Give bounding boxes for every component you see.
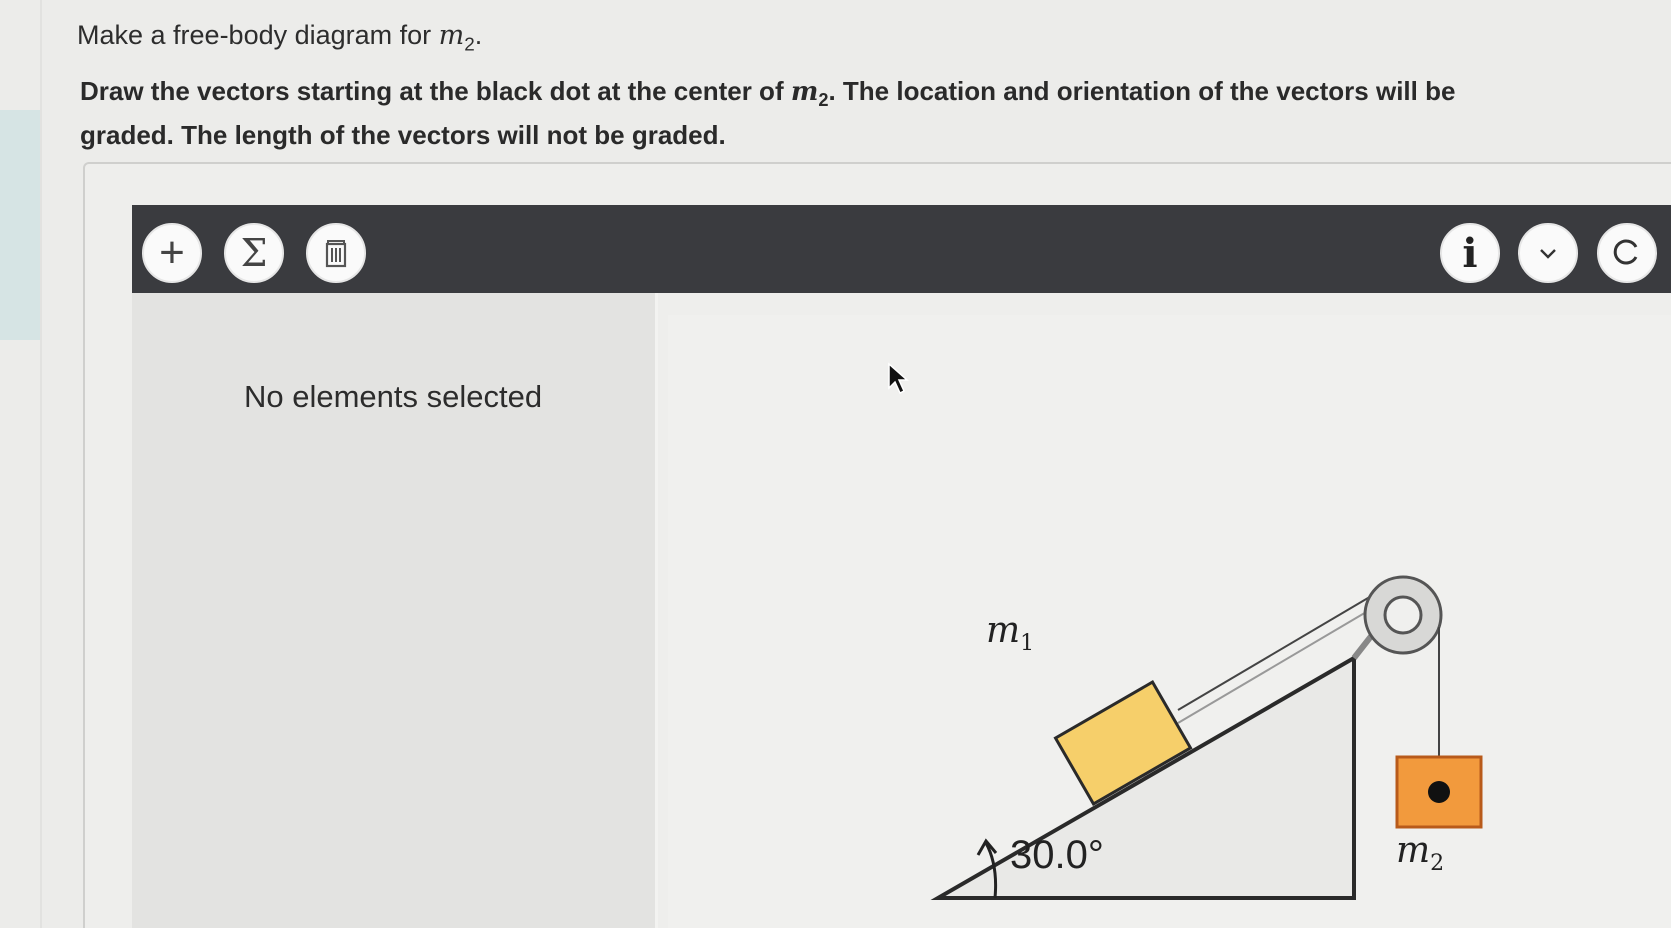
m2-center-dot[interactable] (1428, 781, 1450, 803)
selection-status: No elements selected (244, 379, 543, 414)
delete-button[interactable] (306, 223, 366, 283)
m2-subscript: 2 (1430, 851, 1445, 877)
m1-label: m1 (986, 610, 1034, 656)
prompt-mass-subscript: 2 (464, 34, 475, 56)
m1-subscript: 1 (1020, 631, 1035, 657)
trash-icon (325, 240, 347, 268)
mouse-cursor-icon (888, 362, 909, 395)
page: Make a free-body diagram for m2. Draw th… (0, 0, 1671, 928)
sum-vectors-button[interactable]: Σ (224, 223, 284, 283)
more-options-button[interactable] (1518, 223, 1578, 283)
properties-panel: No elements selected (132, 293, 658, 928)
left-accent-strip (0, 110, 40, 340)
add-vector-button[interactable]: + (142, 223, 202, 283)
m2-label: m2 (1396, 830, 1444, 876)
instructions-part1: Draw the vectors starting at the black d… (80, 76, 791, 106)
instructions-mass-subscript: 2 (818, 90, 829, 111)
prompt-mass-symbol: m (438, 20, 465, 51)
left-gutter (40, 0, 42, 928)
chevron-down-icon (1540, 249, 1556, 259)
prompt-title: Make a free-body diagram for m2. (77, 20, 482, 56)
instructions: Draw the vectors starting at the black d… (80, 74, 1510, 153)
info-icon: i (1462, 229, 1478, 277)
m1-symbol: m (986, 610, 1021, 651)
reset-button[interactable] (1597, 223, 1657, 283)
m2-symbol: m (1396, 830, 1431, 871)
rope-incline (1177, 584, 1391, 711)
drawing-canvas[interactable]: m1 30.0° m2 (668, 315, 1671, 928)
plus-icon: + (159, 228, 185, 277)
instructions-mass-symbol: m (790, 77, 819, 107)
angle-label: 30.0° (1010, 833, 1104, 877)
sigma-icon: Σ (240, 231, 268, 275)
fbd-toolbar: + Σ i (132, 205, 1671, 293)
prompt-text: Make a free-body diagram for (77, 20, 439, 50)
incline-pulley-diagram (930, 575, 1483, 900)
info-button[interactable]: i (1440, 223, 1500, 283)
reset-icon (1613, 239, 1638, 265)
prompt-period: . (474, 20, 483, 50)
pulley-axle (1383, 595, 1423, 635)
